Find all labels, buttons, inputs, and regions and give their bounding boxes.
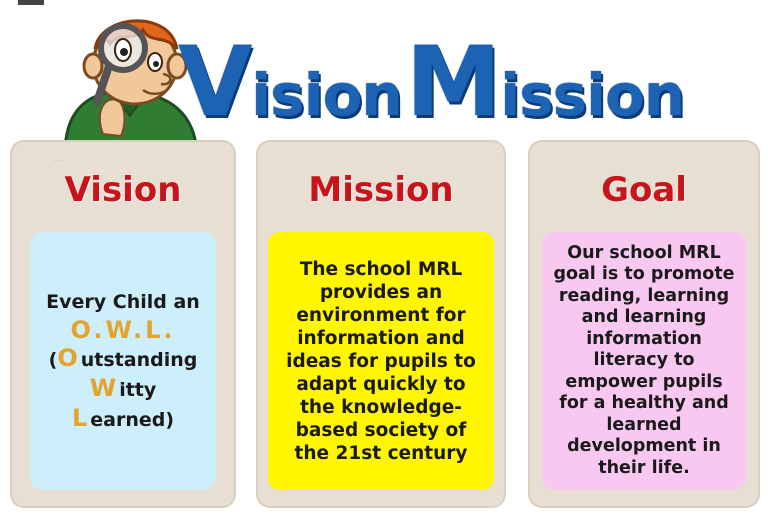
mission-card: The school MRL provides an environment f… (268, 232, 494, 490)
title-vision-rest: ision (251, 61, 402, 129)
title-vision-initial: V (178, 26, 252, 138)
vision-text: Every Child an O.W.L. (Outstanding Witty… (46, 288, 200, 434)
goal-panel: Goal Our school MRL goal is to promote r… (528, 140, 760, 508)
letter-l: L (71, 404, 91, 432)
vision-heading: Vision (64, 170, 182, 210)
letter-o: O (57, 344, 81, 372)
header-banner: V ision M ission (0, 0, 768, 156)
vision-line-1: Every Child an (46, 291, 200, 313)
panel-mark: · · · (54, 158, 62, 164)
vision-line-learned: Learned) (46, 404, 200, 434)
word-learned: earned) (90, 409, 175, 431)
title-mission-initial: M (405, 26, 502, 138)
mission-panel: Mission The school MRL provides an envir… (256, 140, 506, 508)
letter-w: W (89, 374, 120, 402)
goal-heading: Goal (601, 170, 687, 210)
mission-text: The school MRL provides an environment f… (286, 258, 476, 464)
corner-mark-icon (18, 0, 44, 5)
word-outstanding: utstanding (80, 349, 198, 371)
page-title: V ision M ission (178, 20, 685, 138)
mission-heading: Mission (308, 170, 454, 210)
word-witty: itty (119, 379, 157, 401)
vision-card: Every Child an O.W.L. (Outstanding Witty… (30, 232, 216, 490)
vision-line-outstanding: (Outstanding (46, 344, 200, 374)
goal-text: Our school MRL goal is to promote readin… (553, 242, 735, 478)
title-mission-rest: ission (500, 61, 685, 129)
owl-acronym: O.W.L. (70, 316, 176, 344)
vision-panel: · · · Vision Every Child an O.W.L. (Outs… (10, 140, 236, 508)
vision-line-witty: Witty (46, 374, 200, 404)
goal-card: Our school MRL goal is to promote readin… (542, 232, 746, 490)
